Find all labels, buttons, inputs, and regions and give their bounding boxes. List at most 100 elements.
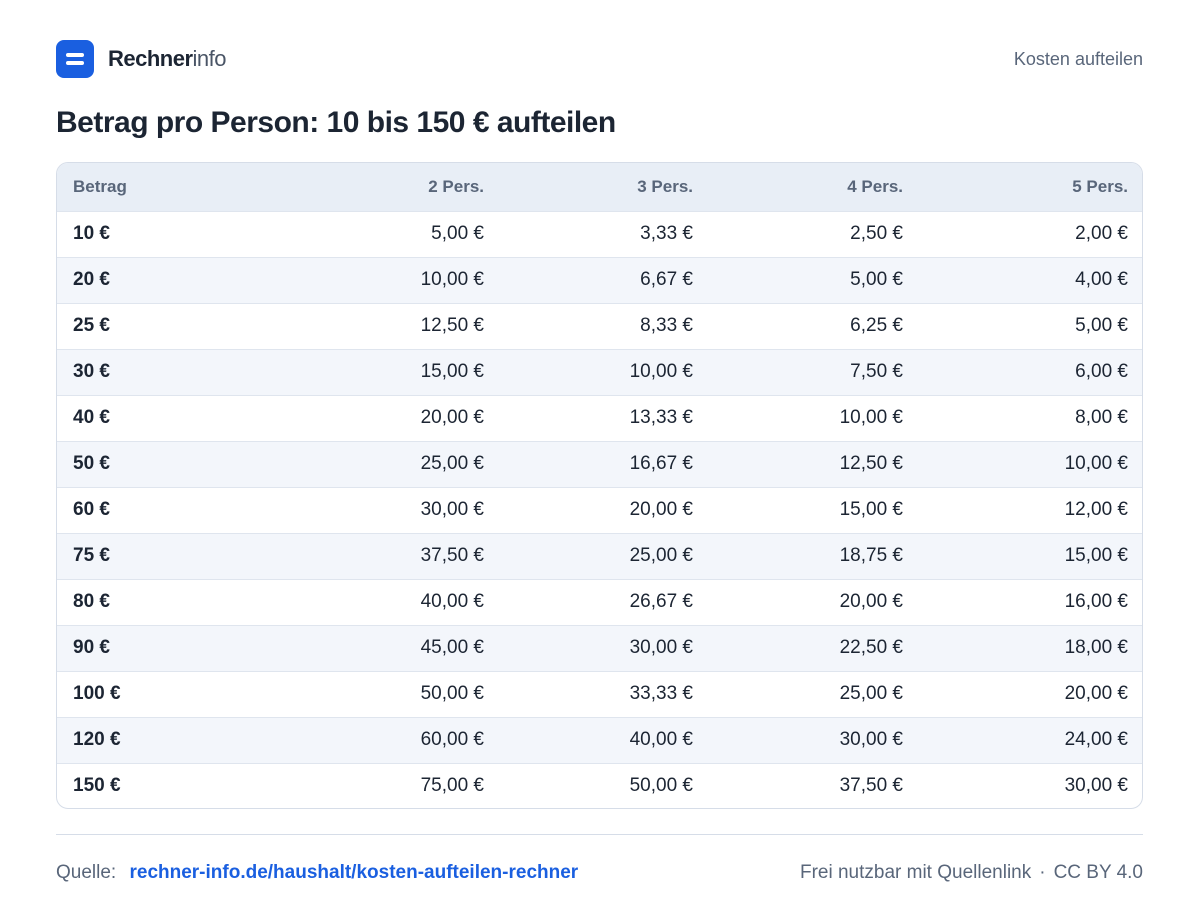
footer-divider — [56, 834, 1143, 835]
per-person-cell: 15,00 € — [839, 499, 903, 520]
amount-cell: 40 € — [73, 407, 110, 428]
brand-name: Rechnerinfo — [108, 46, 227, 71]
per-person-cell: 30,00 € — [839, 729, 903, 750]
site-header: Rechnerinfo Kosten aufteilen — [56, 40, 1143, 78]
per-person-cell: 60,00 € — [420, 729, 484, 750]
per-person-cell: 10,00 € — [1064, 453, 1128, 474]
amount-cell: 10 € — [73, 223, 110, 244]
table-row: 25 € 12,50 € 8,33 € 6,25 € 5,00 € — [57, 303, 1142, 349]
table-header-row: Betrag 2 Pers. 3 Pers. 4 Pers. 5 Pers. — [57, 163, 1142, 211]
per-person-cell: 25,00 € — [839, 683, 903, 704]
table-row: 10 € 5,00 € 3,33 € 2,50 € 2,00 € — [57, 211, 1142, 257]
per-person-cell: 20,00 € — [629, 499, 693, 520]
per-person-cell: 25,00 € — [420, 453, 484, 474]
nav-link-kosten-aufteilen[interactable]: Kosten aufteilen — [1014, 49, 1143, 70]
amount-cell: 20 € — [73, 269, 110, 290]
per-person-cell: 2,00 € — [1075, 223, 1128, 244]
brand-logo-link[interactable]: Rechnerinfo — [56, 40, 227, 78]
table-row: 30 € 15,00 € 10,00 € 7,50 € 6,00 € — [57, 349, 1142, 395]
separator-dot: · — [1039, 862, 1046, 883]
per-person-cell: 15,00 € — [1064, 545, 1128, 566]
column-header-3-pers: 3 Pers. — [637, 176, 693, 196]
per-person-cell: 6,00 € — [1075, 361, 1128, 382]
per-person-cell: 18,75 € — [839, 545, 903, 566]
per-person-cell: 6,67 € — [640, 269, 693, 290]
logo-icon — [56, 40, 94, 78]
per-person-cell: 25,00 € — [629, 545, 693, 566]
amount-cell: 50 € — [73, 453, 110, 474]
source-link[interactable]: rechner-info.de/haushalt/kosten-aufteile… — [129, 862, 578, 883]
amount-cell: 30 € — [73, 361, 110, 382]
amount-cell: 100 € — [73, 683, 121, 704]
license-info: Frei nutzbar mit Quellenlink · CC BY 4.0 — [800, 862, 1143, 884]
amount-cell: 25 € — [73, 315, 110, 336]
per-person-cell: 37,50 € — [839, 775, 903, 797]
column-header-betrag: Betrag — [73, 176, 127, 196]
per-person-cell: 30,00 € — [629, 637, 693, 658]
table-row: 20 € 10,00 € 6,67 € 5,00 € 4,00 € — [57, 257, 1142, 303]
split-table-container: Betrag 2 Pers. 3 Pers. 4 Pers. 5 Pers. 1… — [56, 162, 1143, 809]
per-person-cell: 33,33 € — [629, 683, 693, 704]
per-person-cell: 13,33 € — [629, 407, 693, 428]
per-person-cell: 5,00 € — [431, 223, 484, 244]
source-label: Quelle: — [56, 862, 117, 883]
per-person-cell: 6,25 € — [850, 315, 903, 336]
per-person-cell: 4,00 € — [1075, 269, 1128, 290]
per-person-cell: 7,50 € — [850, 361, 903, 382]
per-person-cell: 45,00 € — [420, 637, 484, 658]
amount-cell: 75 € — [73, 545, 110, 566]
page-title: Betrag pro Person: 10 bis 150 € aufteile… — [56, 106, 616, 139]
license-note: Frei nutzbar mit Quellenlink — [799, 862, 1032, 883]
table-body: 10 € 5,00 € 3,33 € 2,50 € 2,00 € 20 € 10,00 € 6… — [57, 211, 1142, 808]
per-person-cell: 10,00 € — [839, 407, 903, 428]
footer: Quelle: rechner-info.de/haushalt/kosten-… — [56, 858, 1143, 888]
per-person-cell: 30,00 € — [420, 499, 484, 520]
per-person-cell: 15,00 € — [420, 361, 484, 382]
source-attribution: Quelle: rechner-info.de/haushalt/kosten-… — [56, 862, 578, 884]
table-row: 80 € 40,00 € 26,67 € 20,00 € 16,00 € — [57, 579, 1142, 625]
amount-cell: 60 € — [73, 499, 110, 520]
per-person-cell: 18,00 € — [1064, 637, 1128, 658]
per-person-cell: 5,00 € — [1075, 315, 1128, 336]
per-person-cell: 16,67 € — [629, 453, 693, 474]
column-header-5-pers: 5 Pers. — [1072, 176, 1128, 196]
table-row: 90 € 45,00 € 30,00 € 22,50 € 18,00 € — [57, 625, 1142, 671]
per-person-cell: 20,00 € — [420, 407, 484, 428]
per-person-cell: 12,50 € — [420, 315, 484, 336]
per-person-cell: 30,00 € — [1064, 775, 1128, 797]
table-row: 150 € 75,00 € 50,00 € 37,50 € 30,00 € — [57, 763, 1142, 808]
per-person-cell: 10,00 € — [420, 269, 484, 290]
per-person-cell: 2,50 € — [850, 223, 903, 244]
table-row: 100 € 50,00 € 33,33 € 25,00 € 20,00 € — [57, 671, 1142, 717]
table-row: 75 € 37,50 € 25,00 € 18,75 € 15,00 € — [57, 533, 1142, 579]
table-row: 50 € 25,00 € 16,67 € 12,50 € 10,00 € — [57, 441, 1142, 487]
per-person-cell: 8,33 € — [640, 315, 693, 336]
table-row: 120 € 60,00 € 40,00 € 30,00 € 24,00 € — [57, 717, 1142, 763]
column-header-4-pers: 4 Pers. — [847, 176, 903, 196]
per-person-cell: 40,00 € — [629, 729, 693, 750]
per-person-cell: 12,50 € — [839, 453, 903, 474]
per-person-cell: 10,00 € — [629, 361, 693, 382]
per-person-cell: 20,00 € — [1064, 683, 1128, 704]
per-person-cell: 16,00 € — [1064, 591, 1128, 612]
per-person-cell: 20,00 € — [839, 591, 903, 612]
per-person-cell: 5,00 € — [850, 269, 903, 290]
per-person-cell: 37,50 € — [420, 545, 484, 566]
amount-cell: 120 € — [73, 729, 121, 750]
per-person-cell: 40,00 € — [420, 591, 484, 612]
amount-cell: 90 € — [73, 637, 110, 658]
per-person-cell: 12,00 € — [1064, 499, 1128, 520]
table-row: 60 € 30,00 € 20,00 € 15,00 € 12,00 € — [57, 487, 1142, 533]
amount-cell: 80 € — [73, 591, 110, 612]
per-person-cell: 26,67 € — [629, 591, 693, 612]
per-person-cell: 8,00 € — [1075, 407, 1128, 428]
per-person-cell: 50,00 € — [420, 683, 484, 704]
per-person-cell: 3,33 € — [640, 223, 693, 244]
table-row: 40 € 20,00 € 13,33 € 10,00 € 8,00 € — [57, 395, 1142, 441]
license-badge: CC BY 4.0 — [1053, 862, 1143, 883]
split-table: Betrag 2 Pers. 3 Pers. 4 Pers. 5 Pers. 1… — [57, 163, 1142, 808]
per-person-cell: 22,50 € — [839, 637, 903, 658]
per-person-cell: 50,00 € — [629, 775, 693, 797]
per-person-cell: 75,00 € — [420, 775, 484, 797]
column-header-2-pers: 2 Pers. — [428, 176, 484, 196]
